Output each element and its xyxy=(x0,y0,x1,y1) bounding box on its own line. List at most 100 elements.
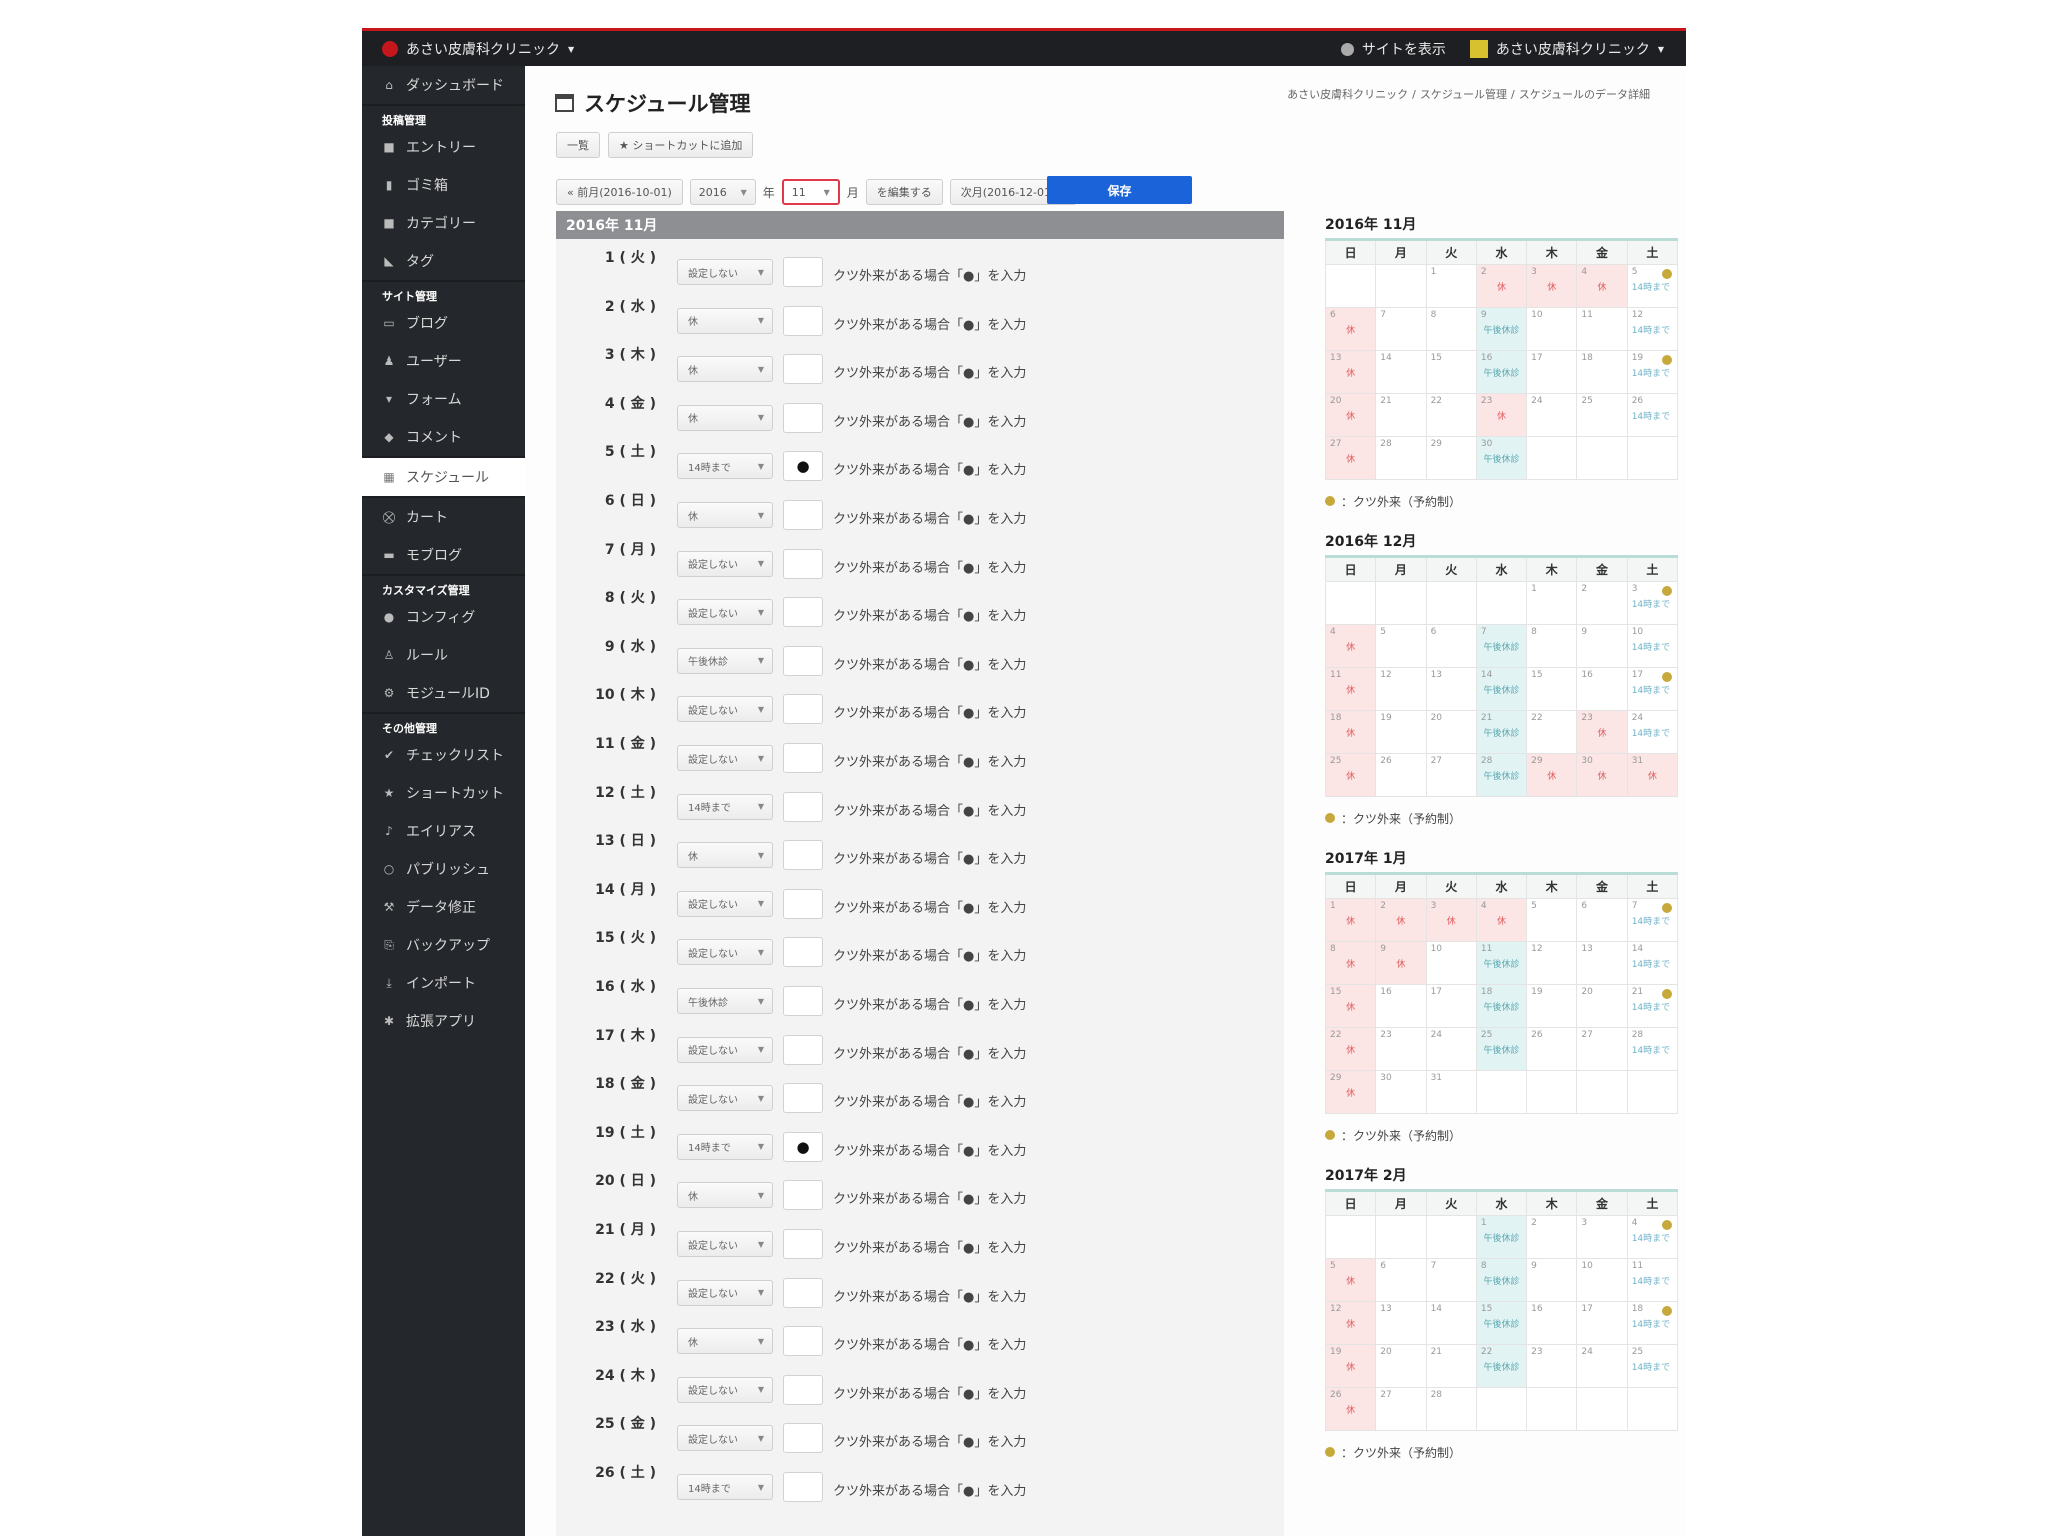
mark-input[interactable] xyxy=(783,257,823,287)
calendar-day[interactable]: 23 休 xyxy=(1475,393,1528,437)
calendar-day[interactable]: 29 休 xyxy=(1526,753,1578,797)
calendar-day[interactable]: 9 午後休診 xyxy=(1475,307,1528,351)
sidebar-item-calendar[interactable]: ▦ スケジュール xyxy=(362,458,525,496)
calendar-day[interactable]: 2 xyxy=(1576,581,1628,625)
sidebar-item-backup[interactable]: ⎘ バックアップ xyxy=(362,926,525,964)
sidebar-item-gear[interactable]: ● コンフィグ xyxy=(362,598,525,636)
calendar-day[interactable]: 30 休 xyxy=(1576,753,1628,797)
calendar-day[interactable]: 21 14時まで xyxy=(1626,984,1679,1028)
calendar-day[interactable]: 19 xyxy=(1375,710,1427,754)
sidebar-item-home[interactable]: ⌂ ダッシュボード xyxy=(362,66,525,104)
calendar-day[interactable]: 27 xyxy=(1576,1027,1628,1071)
calendar-day[interactable]: 12 xyxy=(1375,667,1427,711)
year-select[interactable]: 2016 ▼ xyxy=(689,179,756,205)
status-select[interactable]: 休 ▼ xyxy=(677,842,773,869)
mark-input[interactable] xyxy=(783,1423,823,1454)
calendar-day[interactable]: 15 午後休診 xyxy=(1475,1301,1528,1345)
calendar-day[interactable]: 12 14時まで xyxy=(1626,307,1679,351)
status-select[interactable]: 設定しない ▼ xyxy=(677,939,773,966)
calendar-day[interactable]: 8 xyxy=(1526,624,1578,668)
calendar-day[interactable]: 27 休 xyxy=(1324,436,1377,480)
status-select[interactable]: 休 ▼ xyxy=(677,1182,773,1209)
calendar-day[interactable]: 22 xyxy=(1526,710,1578,754)
mark-input[interactable] xyxy=(783,402,823,433)
calendar-day[interactable]: 26 14時まで xyxy=(1626,393,1679,437)
status-select[interactable]: 設定しない ▼ xyxy=(677,890,773,917)
sidebar-item-publish[interactable]: ○ パブリッシュ xyxy=(362,850,525,888)
calendar-day[interactable]: 26 xyxy=(1526,1027,1578,1071)
calendar-day[interactable]: 5 xyxy=(1375,624,1427,668)
calendar-day[interactable]: 14 午後休診 xyxy=(1475,667,1528,711)
month-select[interactable]: 11 ▼ xyxy=(781,179,840,205)
view-site-link[interactable]: サイトを表示 xyxy=(1340,39,1446,59)
mark-input[interactable] xyxy=(783,791,823,822)
mark-input[interactable]: ● xyxy=(783,1131,823,1162)
status-select[interactable]: 設定しない ▼ xyxy=(677,259,773,285)
sidebar-item-cart[interactable]: ⛒ カート xyxy=(362,498,525,536)
calendar-day[interactable]: 13 xyxy=(1375,1301,1427,1345)
calendar-day[interactable]: 11 休 xyxy=(1324,667,1377,711)
calendar-day[interactable]: 24 xyxy=(1526,393,1578,437)
calendar-day[interactable]: 12 xyxy=(1526,941,1578,985)
calendar-day[interactable]: 21 午後休診 xyxy=(1475,710,1528,754)
calendar-day[interactable]: 7 xyxy=(1425,1258,1477,1302)
sidebar-item-document[interactable]: ■ エントリー xyxy=(362,128,525,166)
status-select[interactable]: 設定しない ▼ xyxy=(677,1376,773,1403)
calendar-day[interactable]: 10 xyxy=(1576,1258,1628,1302)
sidebar-item-trash[interactable]: ▮ ゴミ箱 xyxy=(362,166,525,204)
calendar-day[interactable]: 25 休 xyxy=(1324,753,1377,797)
mark-input[interactable] xyxy=(783,1472,823,1502)
status-select[interactable]: 設定しない ▼ xyxy=(677,745,773,771)
calendar-day[interactable]: 26 xyxy=(1375,753,1427,797)
site-name[interactable]: あさい皮膚科クリニック xyxy=(406,39,560,59)
calendar-day[interactable]: 4休 xyxy=(1576,264,1628,308)
calendar-day[interactable]: 4 14時まで xyxy=(1626,1215,1679,1259)
calendar-day[interactable]: 9 xyxy=(1526,1258,1578,1302)
sidebar-item-mail[interactable]: ▬ モブログ xyxy=(362,536,525,574)
calendar-day[interactable]: 19 xyxy=(1526,984,1578,1028)
sidebar-item-module[interactable]: ⚙ モジュールID xyxy=(362,674,525,712)
calendar-day[interactable]: 13 休 xyxy=(1324,350,1377,394)
user-menu[interactable]: あさい皮膚科クリニック ▼ xyxy=(1469,39,1664,59)
mark-input[interactable] xyxy=(783,840,823,871)
calendar-day[interactable]: 11 14時まで xyxy=(1626,1258,1679,1302)
calendar-day[interactable]: 8休 xyxy=(1324,941,1377,985)
calendar-day[interactable]: 31 xyxy=(1425,1070,1477,1114)
calendar-day[interactable]: 2 xyxy=(1526,1215,1578,1259)
calendar-day[interactable]: 22 午後休診 xyxy=(1475,1344,1528,1388)
mark-input[interactable] xyxy=(783,500,823,530)
calendar-day[interactable]: 17 14時まで xyxy=(1626,667,1679,711)
mark-input[interactable] xyxy=(783,1083,823,1114)
calendar-day[interactable]: 6 xyxy=(1375,1258,1427,1302)
calendar-day[interactable]: 26 休 xyxy=(1324,1387,1377,1431)
calendar-day[interactable]: 1休 xyxy=(1324,898,1377,942)
calendar-day[interactable]: 3休 xyxy=(1526,264,1578,308)
calendar-day[interactable]: 20 休 xyxy=(1324,393,1377,437)
calendar-day[interactable]: 6 xyxy=(1425,624,1477,668)
add-shortcut-button[interactable]: ★ ショートカットに追加 xyxy=(608,132,754,158)
calendar-day[interactable]: 8 午後休診 xyxy=(1475,1258,1528,1302)
calendar-day[interactable]: 12 休 xyxy=(1324,1301,1377,1345)
calendar-day[interactable]: 16 午後休診 xyxy=(1475,350,1528,394)
calendar-day[interactable]: 24 xyxy=(1425,1027,1477,1071)
calendar-day[interactable]: 31 休 xyxy=(1626,753,1679,797)
calendar-day[interactable]: 7 午後休診 xyxy=(1475,624,1528,668)
status-select[interactable]: 午後休診 ▼ xyxy=(677,988,773,1014)
mark-input[interactable] xyxy=(783,694,823,725)
calendar-day[interactable]: 15 xyxy=(1526,667,1578,711)
calendar-day[interactable]: 23 xyxy=(1375,1027,1427,1071)
calendar-day[interactable]: 21 xyxy=(1425,1344,1477,1388)
status-select[interactable]: 14時まで ▼ xyxy=(677,1133,773,1160)
sidebar-item-tag[interactable]: ◣ タグ xyxy=(362,242,525,280)
calendar-day[interactable]: 7 14時まで xyxy=(1626,898,1679,942)
calendar-day[interactable]: 13 xyxy=(1576,941,1628,985)
calendar-day[interactable]: 23 xyxy=(1526,1344,1578,1388)
status-select[interactable]: 休 ▼ xyxy=(677,502,773,528)
mark-input[interactable]: ● xyxy=(783,451,823,482)
calendar-day[interactable]: 22 xyxy=(1425,393,1477,437)
calendar-day[interactable]: 11 xyxy=(1576,307,1628,351)
mark-input[interactable] xyxy=(783,1180,823,1211)
calendar-day[interactable]: 4休 xyxy=(1324,624,1377,668)
calendar-day[interactable]: 15 休 xyxy=(1324,984,1377,1028)
calendar-day[interactable]: 18 xyxy=(1576,350,1628,394)
